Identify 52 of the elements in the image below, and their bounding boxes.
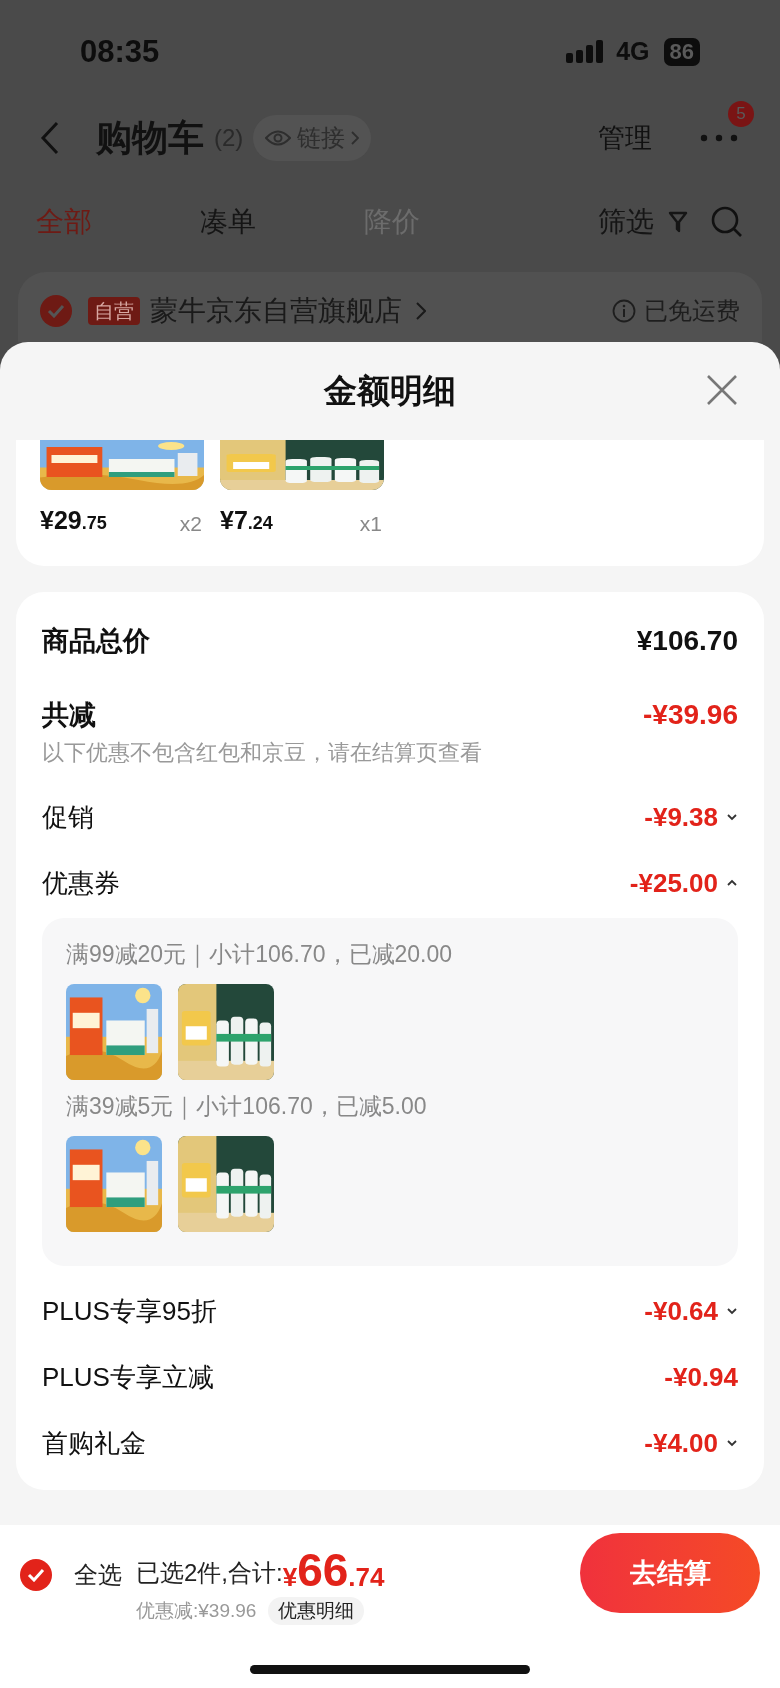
check-icon <box>27 1568 45 1582</box>
discount-item-label: PLUS专享95折 <box>42 1294 217 1328</box>
coupon-rule: 满39减5元｜小计106.70，已减5.00 <box>66 1092 428 1122</box>
check-icon <box>47 304 65 318</box>
product-quantity: x1 <box>359 511 382 537</box>
discount-item-amount[interactable]: -¥0.64 <box>644 1291 738 1331</box>
discount-item-label: PLUS专享立减 <box>42 1360 214 1394</box>
chevron-right-icon <box>416 302 426 320</box>
eye-icon <box>265 129 292 147</box>
chevron-up-icon <box>726 879 738 887</box>
discount-item-amount: -¥0.94 <box>664 1360 738 1394</box>
notification-badge: 5 <box>728 101 754 127</box>
chevron-down-icon <box>726 1439 738 1447</box>
discount-note: 以下优惠不包含红包和京豆，请在结算页查看 <box>42 739 483 767</box>
total-price: ¥66.74 <box>282 1543 385 1597</box>
discount-item-label: 促销 <box>42 800 94 834</box>
status-time: 08:35 <box>80 32 160 71</box>
saved-amount: 优惠减:¥39.96 <box>136 1599 257 1623</box>
chevron-right-icon <box>351 131 360 145</box>
info-icon <box>612 299 636 323</box>
product-quantity: x2 <box>179 511 202 537</box>
discount-detail-chip[interactable]: 优惠明细 <box>268 1597 365 1626</box>
product-price: ¥29.75 <box>40 505 107 536</box>
selection-summary: 已选2件,合计: <box>136 1558 283 1588</box>
self-operated-tag: 自营 <box>88 297 140 325</box>
select-all-label[interactable]: 全选 <box>74 1557 122 1593</box>
discount-item-label: 优惠券 <box>42 866 120 900</box>
filter-icon <box>668 211 688 233</box>
search-icon[interactable] <box>710 205 744 239</box>
checkout-button[interactable]: 去结算 <box>580 1533 760 1613</box>
discount-item-label: 首购礼金 <box>42 1426 146 1460</box>
close-icon[interactable] <box>706 374 738 406</box>
total-amount: ¥106.70 <box>636 624 738 658</box>
discount-label: 共减 <box>42 698 96 732</box>
page-title: 购物车 <box>96 116 204 160</box>
network-label: 4G <box>616 36 650 68</box>
discount-amount: -¥39.96 <box>643 698 738 732</box>
chevron-down-icon <box>726 1307 738 1315</box>
coupon-rule: 满99减20元｜小计106.70，已减20.00 <box>66 940 454 970</box>
back-icon[interactable] <box>40 121 60 155</box>
discount-item-amount[interactable]: -¥4.00 <box>644 1423 738 1463</box>
manage-button[interactable]: 管理 <box>598 117 652 159</box>
discount-item-amount[interactable]: -¥25.00 <box>629 863 738 903</box>
store-checkbox[interactable] <box>40 295 72 327</box>
product-price: ¥7.24 <box>220 505 273 536</box>
total-label: 商品总价 <box>42 624 150 658</box>
battery-level: 86 <box>663 38 700 66</box>
chevron-down-icon <box>726 813 738 821</box>
discount-item-amount[interactable]: -¥9.38 <box>644 797 738 837</box>
select-all-checkbox[interactable] <box>20 1559 52 1591</box>
sheet-title: 金额明细 <box>324 371 456 412</box>
more-icon[interactable] <box>700 134 738 142</box>
